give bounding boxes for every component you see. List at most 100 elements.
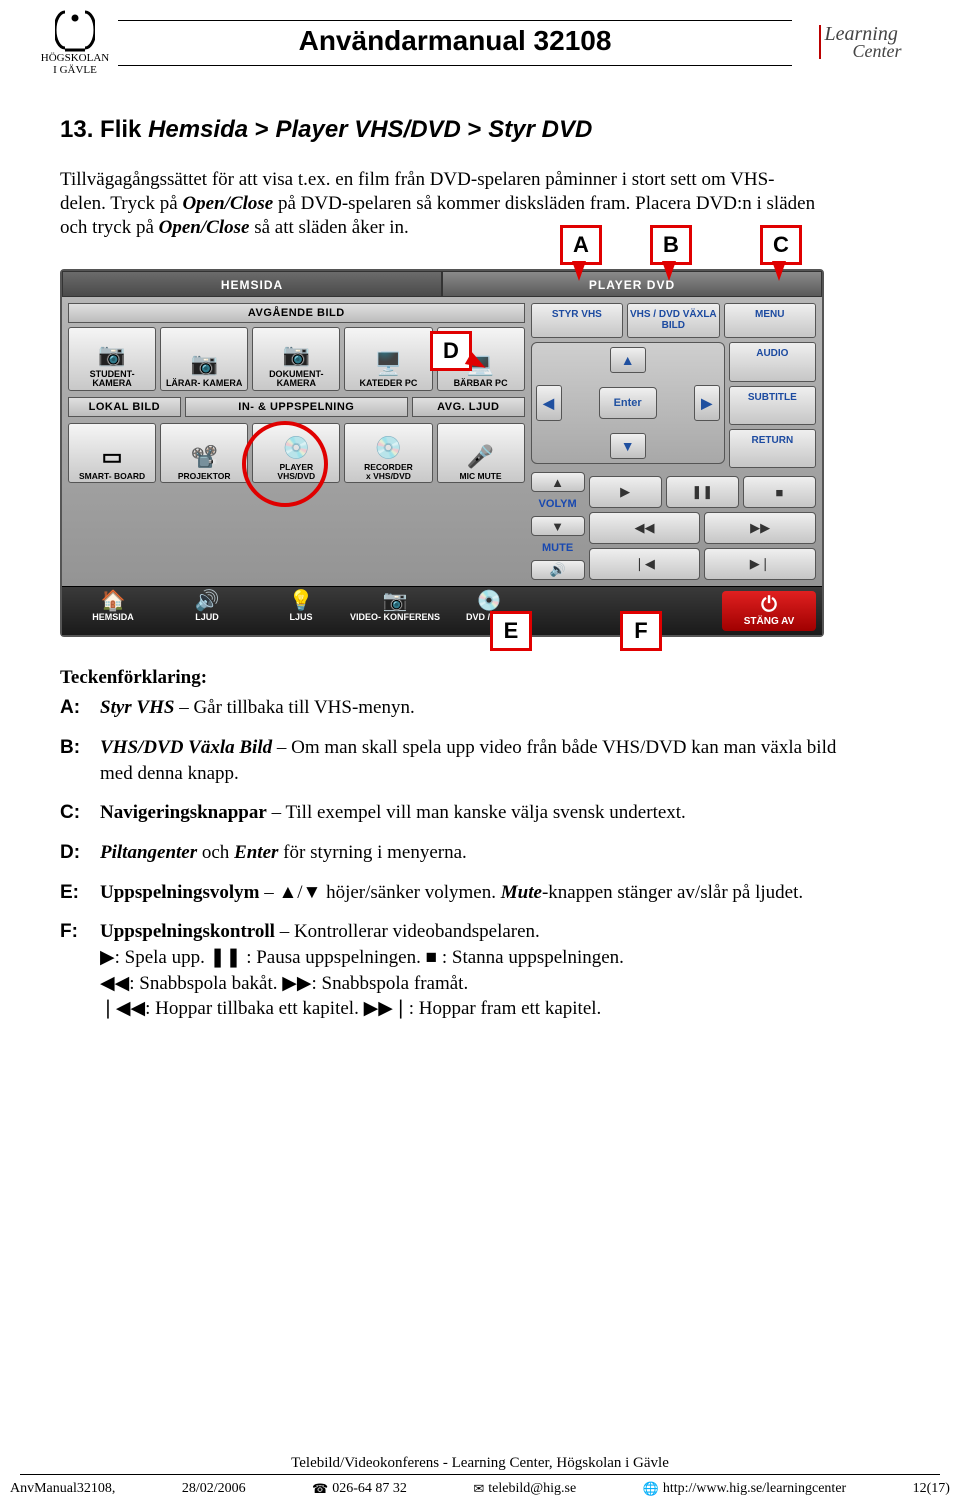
btn-mic-mute[interactable]: 🎤 MIC MUTE [437,423,525,483]
house-icon: 🏠 [101,591,126,611]
legend-row-c: C: Navigeringsknappar – Till exempel vil… [60,800,840,826]
legend-a-term: Styr VHS [100,697,174,718]
board-icon: ▭ [102,446,123,468]
arrow-right-button[interactable]: ▶ [694,385,720,421]
callout-a: A [560,225,602,265]
breadcrumb-2: Player VHS/DVD [275,116,460,143]
logo-text-1: HÖGSKOLAN [40,52,110,64]
annotated-screenshot: A B C HEMSIDA PLAYER DVD AVGÅENDE BILD 📷… [60,269,820,637]
camera-icon: 📷 [283,344,310,366]
legend-d-key: D: [60,840,100,866]
btn-larar-kamera[interactable]: 📷 LÄRAR- KAMERA [160,327,248,391]
label-barbar: BÄRBAR PC [454,379,508,388]
btn-recorder-vhsdvd[interactable]: 💿RECORDERx VHS/DVD [344,423,432,483]
btn-smartboard[interactable]: ▭ SMART- BOARD [68,423,156,483]
volume-up-button[interactable]: ▲ [531,472,585,492]
btn-student-kamera[interactable]: 📷STUDENT- KAMERA [68,327,156,391]
legend-a-desc: – Går tillbaka till VHS-menyn. [174,697,414,718]
legend-d-mid: och [197,842,234,863]
section-number: 13. [60,116,93,143]
tab-hemsida[interactable]: HEMSIDA [62,271,442,297]
lc-logo-l1: Learning [825,25,902,43]
computer-icon: 🖥️ [375,353,402,375]
intro-1c: så att släden åker in. [249,217,408,238]
mail-icon: ✉ [473,1481,484,1497]
globe-icon: 🌐 [643,1481,659,1497]
page-title: Användarmanual 32108 [118,20,792,66]
group-avg-ljud: AVG. LJUD [412,397,525,417]
bottom-nav: 🏠HEMSIDA 🔊LJUD 💡LJUS 📷VIDEO- KONFERENS 💿… [62,586,822,635]
next-chapter-button[interactable]: ▶❘ [704,548,816,580]
pause-button[interactable]: ❚❚ [666,476,739,508]
section-prefix: Flik [100,116,148,143]
arrow-left-button[interactable]: ◀ [536,385,562,421]
volume-label: VOLYM [531,496,585,512]
legend-e-desc-a: – ▲/▼ höjer/sänker volymen. [259,882,500,903]
btn-menu[interactable]: MENU [724,303,816,338]
camera-icon: 📷 [383,591,408,611]
nav-ljud-label: LJUD [195,613,219,622]
camera-icon: 📷 [98,344,125,366]
university-logo: HÖGSKOLAN I GÄVLE [40,10,110,76]
btn-dokument-kamera[interactable]: 📷DOKUMENT- KAMERA [252,327,340,391]
footer-url: http://www.hig.se/learningcenter [663,1481,846,1497]
mic-icon: 🎤 [467,446,494,468]
intro-paragraph: Tillvägagångssättet för att visa t.ex. e… [60,168,820,239]
stop-button[interactable]: ■ [743,476,816,508]
learning-center-logo: Learning Center [800,25,920,62]
prev-chapter-button[interactable]: ❘◀ [589,548,701,580]
light-icon: 💡 [289,591,314,611]
play-button[interactable]: ▶ [589,476,662,508]
disc-icon: 💿 [375,437,402,459]
arrow-up-button[interactable]: ▲ [610,347,646,373]
nav-stang-av[interactable]: ⏻STÄNG AV [722,591,816,631]
page-header: HÖGSKOLAN I GÄVLE Användarmanual 32108 L… [40,10,920,76]
nav-ljus[interactable]: 💡 LJUS [256,591,346,631]
label-mic: MIC MUTE [460,472,502,481]
callout-b: B [650,225,692,265]
legend-d-desc: för styrning i menyerna. [278,842,466,863]
label-projektor: PROJEKTOR [178,472,231,481]
forward-button[interactable]: ▶▶ [704,512,816,544]
btn-audio[interactable]: AUDIO [729,342,816,381]
legend-row-e: E: Uppspelningsvolym – ▲/▼ höjer/sänker … [60,880,840,906]
btn-vaxla-bild[interactable]: VHS / DVD VÄXLA BILD [627,303,719,338]
legend-row-a: A: Styr VHS – Går tillbaka till VHS-meny… [60,695,840,721]
enter-button[interactable]: Enter [599,387,657,419]
group-avgaende-bild: AVGÅENDE BILD [68,303,525,323]
legend-c-key: C: [60,800,100,826]
mute-label: MUTE [531,540,585,556]
tab-player-dvd[interactable]: PLAYER DVD [442,271,822,297]
nav-ljus-label: LJUS [289,613,312,622]
volume-down-button[interactable]: ▼ [531,516,585,536]
mute-button[interactable]: 🔊 [531,560,585,580]
rewind-button[interactable]: ◀◀ [589,512,701,544]
camera-icon: 📷 [190,353,217,375]
btn-kateder-pc[interactable]: 🖥️KATEDER PC [344,327,432,391]
label-larar: LÄRAR- KAMERA [166,379,243,388]
section-heading: 13. Flik Hemsida > Player VHS/DVD > Styr… [60,116,920,144]
breadcrumb-3: Styr DVD [488,116,592,143]
control-panel: HEMSIDA PLAYER DVD AVGÅENDE BILD 📷STUDEN… [60,269,824,637]
nav-ljud[interactable]: 🔊LJUD [162,591,252,631]
nav-hemsida[interactable]: 🏠HEMSIDA [68,591,158,631]
arrow-b-icon [662,261,676,281]
btn-return[interactable]: RETURN [729,429,816,468]
breadcrumb-sep-2: > [461,116,488,143]
legend-f-key: F: [60,919,100,1022]
arrow-down-button[interactable]: ▼ [610,433,646,459]
btn-styr-vhs[interactable]: STYR VHS [531,303,623,338]
legend-e-mute: Mute [501,882,542,903]
btn-projektor[interactable]: 📽️PROJEKTOR [160,423,248,483]
legend-b-term: VHS/DVD Växla Bild [100,737,272,758]
footer-email: telebild@hig.se [488,1481,576,1497]
btn-subtitle[interactable]: SUBTITLE [729,386,816,425]
legend-e-desc-b: -knappen stänger av/slår på ljudet. [542,882,803,903]
legend-row-d: D: Piltangenter och Enter för styrning i… [60,840,840,866]
label-smart: SMART- BOARD [79,472,145,481]
legend-f-term: Uppspelningskontroll [100,921,275,942]
callout-f: F [620,611,662,651]
right-column: STYR VHS VHS / DVD VÄXLA BILD MENU ▲ ▼ ◀… [531,303,816,580]
group-lokal-bild: LOKAL BILD [68,397,181,417]
nav-videokonferens[interactable]: 📷VIDEO- KONFERENS [350,591,440,631]
